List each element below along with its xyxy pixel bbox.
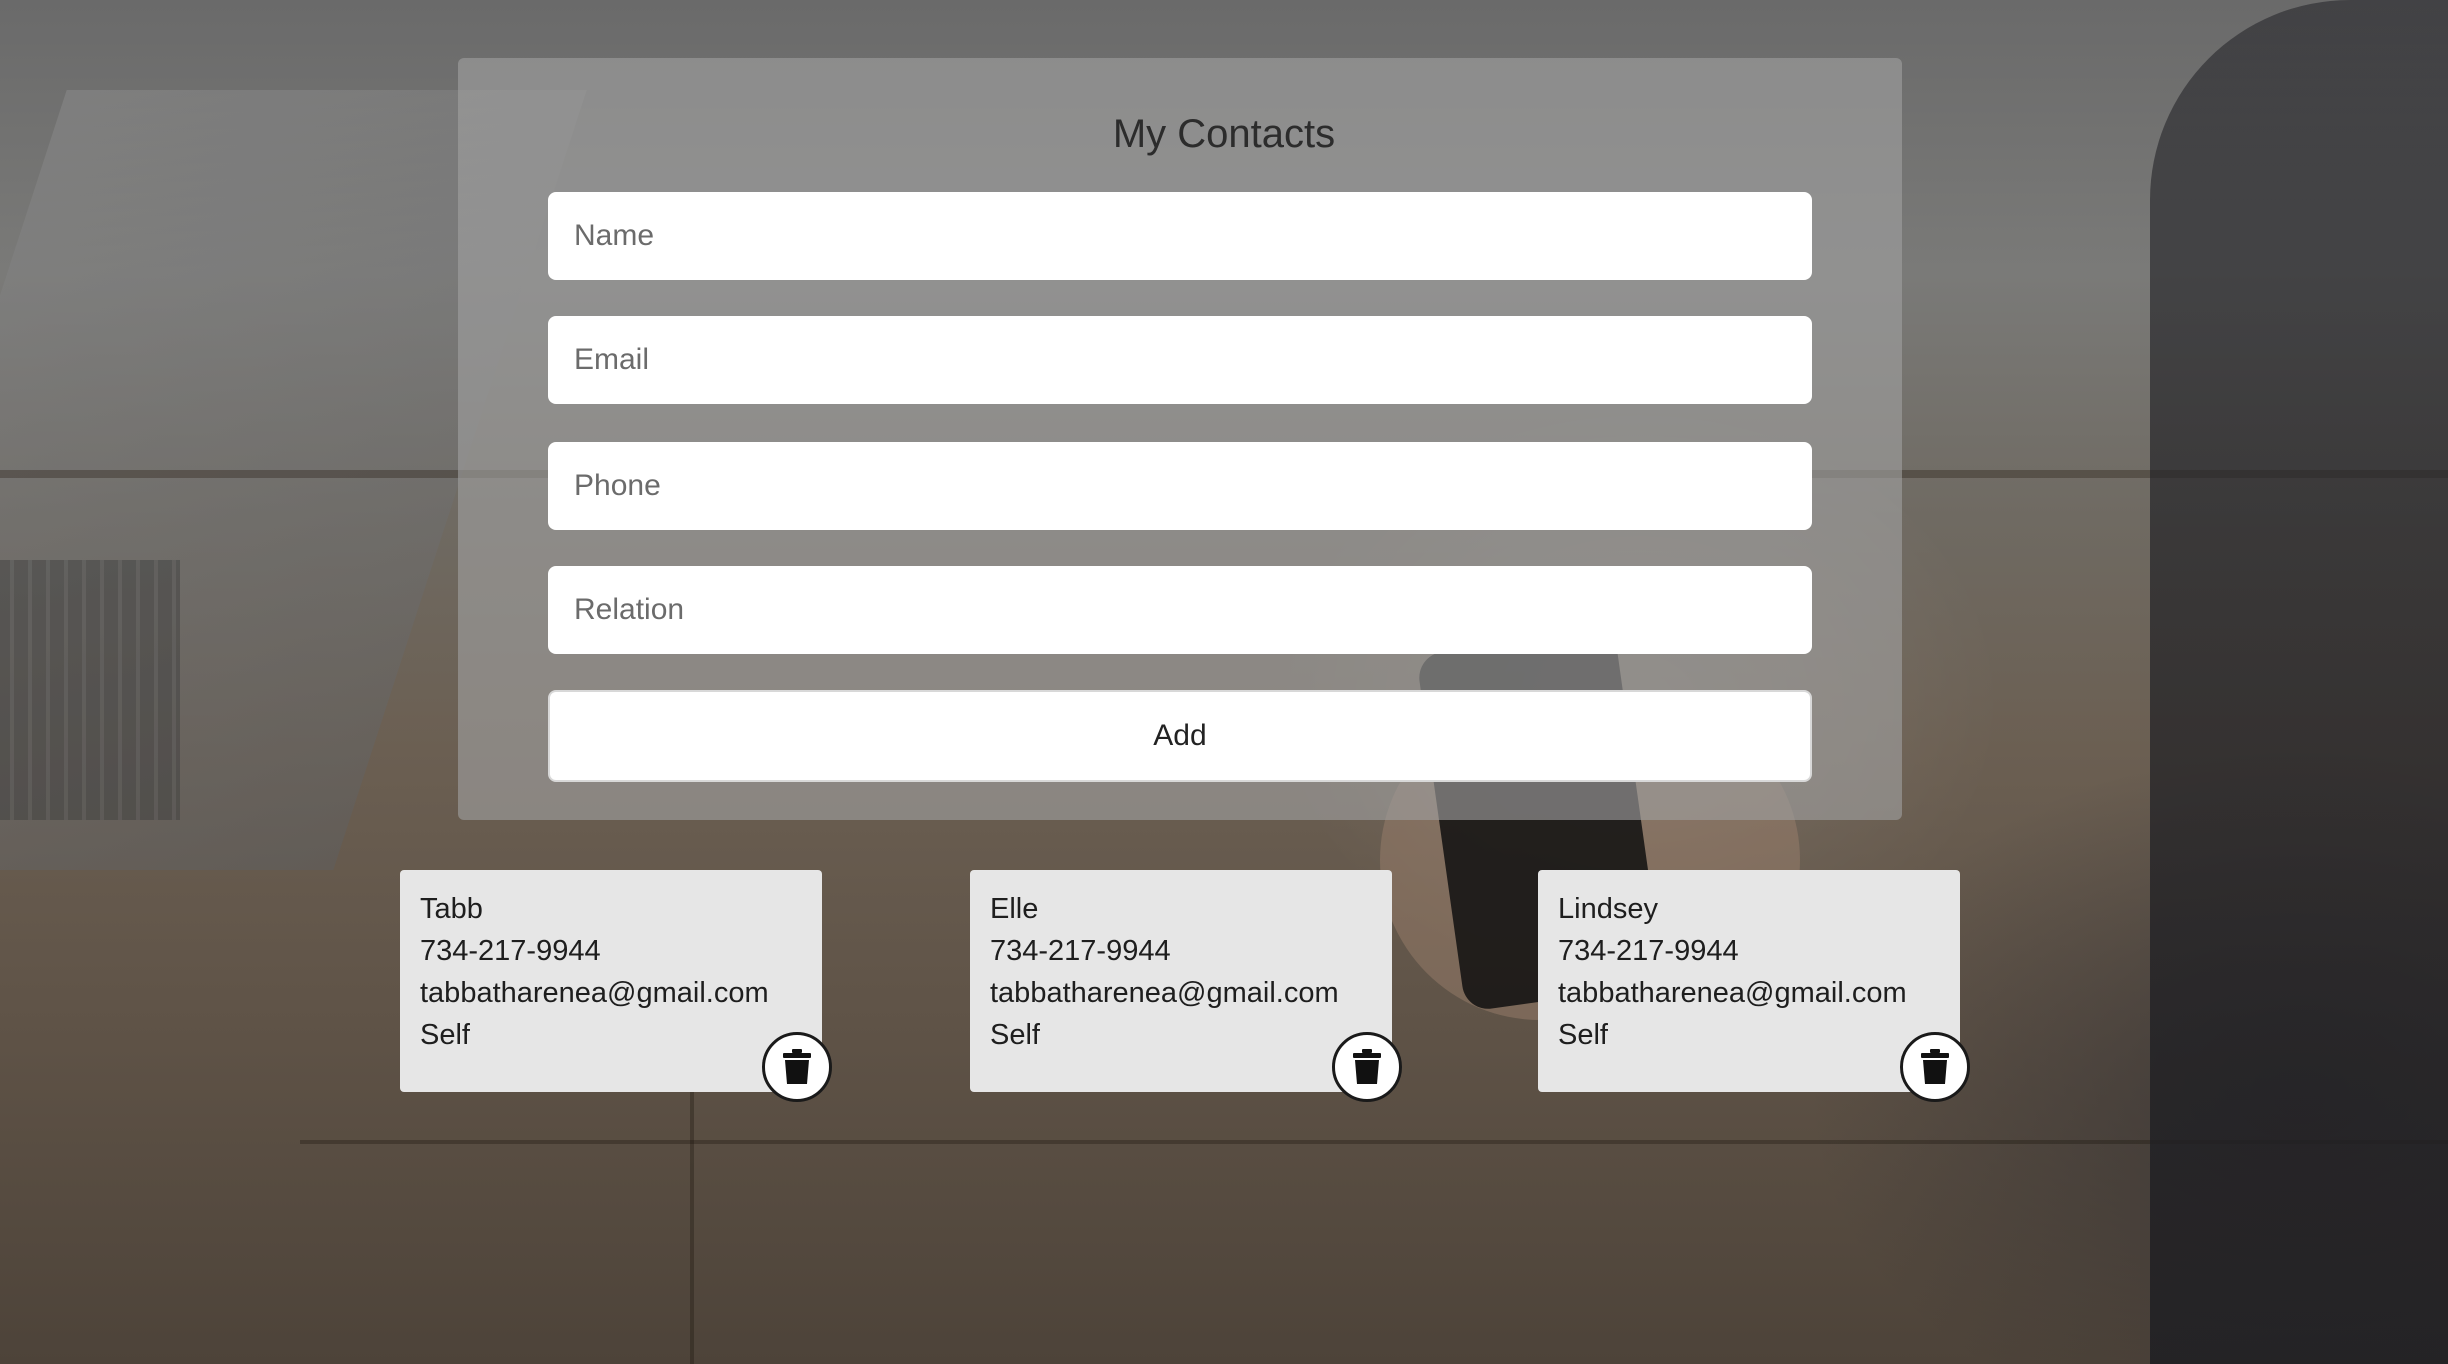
contact-name: Tabb bbox=[420, 893, 483, 925]
page-title: My Contacts bbox=[1112, 112, 1336, 156]
contact-email: tabbatharenea@gmail.com bbox=[420, 977, 769, 1009]
trash-icon bbox=[1353, 1049, 1381, 1084]
contact-relation: Self bbox=[990, 1019, 1040, 1051]
contact-name: Elle bbox=[990, 893, 1039, 925]
contact-card: Tabb 734-217-9944 tabbatharenea@gmail.co… bbox=[400, 870, 832, 1102]
trash-icon bbox=[1921, 1049, 1949, 1084]
table-plank-line bbox=[300, 1140, 2448, 1144]
contact-phone: 734-217-9944 bbox=[990, 935, 1171, 967]
contact-phone: 734-217-9944 bbox=[1558, 935, 1739, 967]
contact-email: tabbatharenea@gmail.com bbox=[1558, 977, 1907, 1009]
contact-card: Lindsey 734-217-9944 tabbatharenea@gmail… bbox=[1538, 870, 1970, 1102]
contact-email: tabbatharenea@gmail.com bbox=[990, 977, 1339, 1009]
phone-input[interactable] bbox=[548, 442, 1812, 530]
name-input[interactable] bbox=[548, 192, 1812, 280]
relation-input[interactable] bbox=[548, 566, 1812, 654]
contact-relation: Self bbox=[420, 1019, 470, 1051]
delete-contact-button[interactable] bbox=[1900, 1032, 1970, 1102]
add-button[interactable]: Add bbox=[548, 690, 1812, 782]
contact-relation: Self bbox=[1558, 1019, 1608, 1051]
email-input[interactable] bbox=[548, 316, 1812, 404]
contact-name: Lindsey bbox=[1558, 893, 1658, 925]
laptop-keyboard-shape bbox=[0, 560, 180, 820]
delete-contact-button[interactable] bbox=[762, 1032, 832, 1102]
contact-phone: 734-217-9944 bbox=[420, 935, 601, 967]
contact-card: Elle 734-217-9944 tabbatharenea@gmail.co… bbox=[970, 870, 1402, 1102]
trash-icon bbox=[783, 1049, 811, 1084]
person-shape bbox=[2150, 0, 2448, 1364]
table-plank-line bbox=[690, 1090, 694, 1364]
delete-contact-button[interactable] bbox=[1332, 1032, 1402, 1102]
